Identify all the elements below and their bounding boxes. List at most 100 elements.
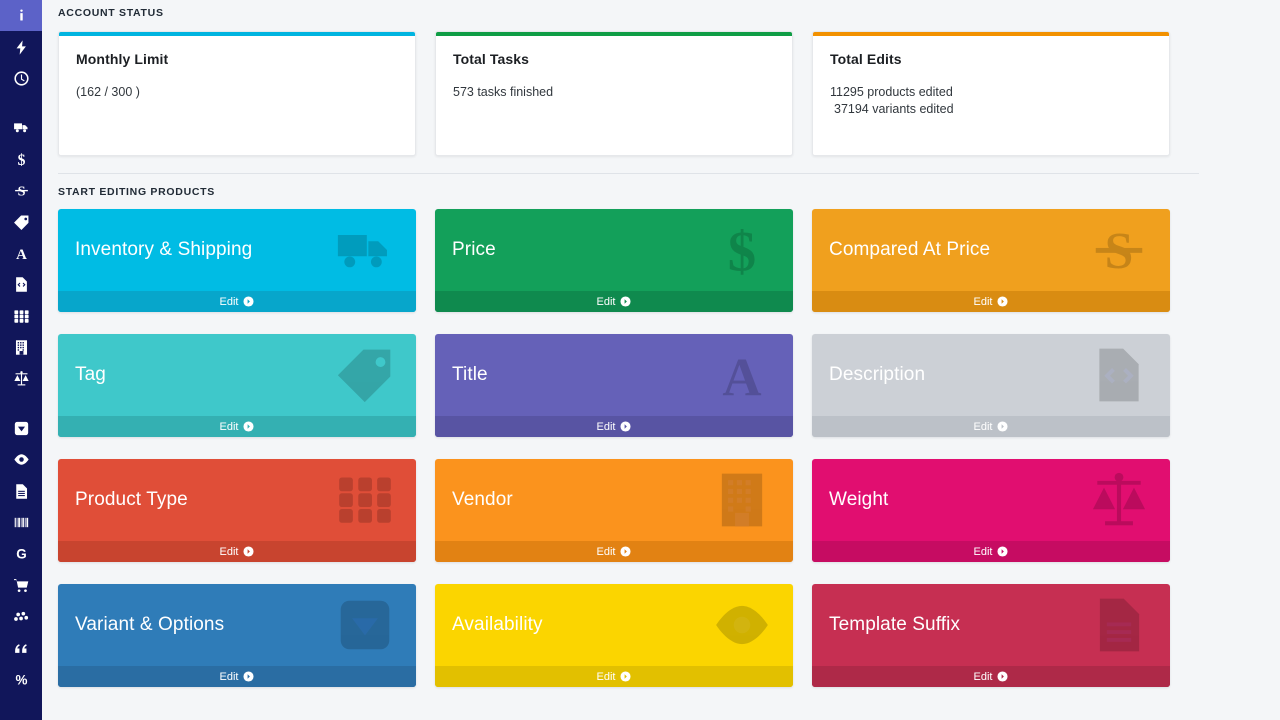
- tile-label: Template Suffix: [812, 614, 960, 636]
- arrow-right-circle-icon: [243, 421, 254, 432]
- tile-edit-label: Edit: [220, 671, 239, 683]
- tile-body: Description: [812, 334, 1170, 416]
- google-icon: G: [13, 545, 30, 562]
- arrow-right-circle-icon: [620, 296, 631, 307]
- eye-icon: [13, 451, 30, 468]
- collections-icon: [13, 608, 30, 625]
- tile-edit-button[interactable]: Edit: [435, 666, 793, 687]
- sidebar-item-inventory[interactable]: [0, 112, 42, 143]
- tile-label: Variant & Options: [58, 614, 224, 636]
- arrow-right-circle-icon: [997, 671, 1008, 682]
- quote-icon: [13, 640, 30, 657]
- tile-edit-button[interactable]: Edit: [812, 291, 1170, 312]
- code-file-icon: [13, 276, 30, 293]
- sidebar-item-tag[interactable]: [0, 206, 42, 237]
- sidebar-item-discount[interactable]: %: [0, 664, 42, 695]
- tag-icon: [13, 214, 30, 231]
- tile-edit-button[interactable]: Edit: [58, 541, 416, 562]
- card-stat-line: 573 tasks finished: [453, 84, 775, 101]
- lightning-bolt-icon: [13, 39, 30, 56]
- tile-body: Weight: [812, 459, 1170, 541]
- tile-inventory-shipping[interactable]: Inventory & Shipping Edit: [58, 209, 416, 312]
- tile-template-suffix[interactable]: Template Suffix Edit: [812, 584, 1170, 687]
- arrow-right-circle-icon: [243, 671, 254, 682]
- sidebar-item-history[interactable]: [0, 63, 42, 94]
- card-title: Total Edits: [830, 51, 1152, 67]
- tile-edit-button[interactable]: Edit: [58, 666, 416, 687]
- tile-label: Inventory & Shipping: [58, 239, 252, 261]
- sidebar-item-barcode[interactable]: [0, 507, 42, 538]
- sidebar-spacer: [0, 395, 42, 413]
- tile-product-type[interactable]: Product TypeEdit: [58, 459, 416, 562]
- tile-label: Availability: [435, 614, 543, 636]
- sidebar-item-template[interactable]: [0, 475, 42, 506]
- tile-edit-button[interactable]: Edit: [58, 416, 416, 437]
- card-title: Total Tasks: [453, 51, 775, 67]
- svg-text:$: $: [17, 152, 25, 168]
- tile-body: Availability: [435, 584, 793, 666]
- tile-edit-button[interactable]: Edit: [435, 416, 793, 437]
- tile-price[interactable]: Price$Edit: [435, 209, 793, 312]
- tile-label: Description: [812, 364, 925, 386]
- letter-a-icon: A: [13, 245, 30, 262]
- tile-variant-options[interactable]: Variant & Options Edit: [58, 584, 416, 687]
- card-stats: 11295 products edited37194 variants edit…: [830, 84, 1152, 118]
- tile-edit-button[interactable]: Edit: [435, 291, 793, 312]
- sidebar-item-title[interactable]: A: [0, 238, 42, 269]
- tag-icon: [334, 344, 396, 406]
- letter-a-icon: A: [711, 344, 773, 406]
- sidebar-item-product-type[interactable]: [0, 301, 42, 332]
- sidebar-item-google[interactable]: G: [0, 538, 42, 569]
- tile-vendor[interactable]: VendorEdit: [435, 459, 793, 562]
- tile-edit-label: Edit: [974, 546, 993, 558]
- tile-weight[interactable]: Weight Edit: [812, 459, 1170, 562]
- arrow-right-circle-icon: [620, 421, 631, 432]
- sidebar-item-quick-actions[interactable]: [0, 31, 42, 62]
- tile-body: Product Type: [58, 459, 416, 541]
- sidebar-item-availability[interactable]: [0, 444, 42, 475]
- card-body: Monthly Limit(162 / 300 ): [59, 36, 415, 116]
- start-editing-heading: START EDITING PRODUCTS: [58, 174, 1185, 198]
- tile-edit-button[interactable]: Edit: [812, 666, 1170, 687]
- shopping-cart-icon: [13, 577, 30, 594]
- tile-edit-button[interactable]: Edit: [435, 541, 793, 562]
- tile-edit-button[interactable]: Edit: [58, 291, 416, 312]
- tile-tag[interactable]: TagEdit: [58, 334, 416, 437]
- arrow-right-circle-icon: [243, 296, 254, 307]
- sidebar-item-variant[interactable]: [0, 413, 42, 444]
- sidebar-item-vendor[interactable]: [0, 332, 42, 363]
- tile-title[interactable]: TitleAEdit: [435, 334, 793, 437]
- main-content: ACCOUNT STATUS Monthly Limit(162 / 300 )…: [42, 0, 1280, 720]
- tile-edit-label: Edit: [597, 546, 616, 558]
- card-body: Total Edits 11295 products edited37194 va…: [813, 36, 1169, 133]
- building-icon: [13, 339, 30, 356]
- tile-description[interactable]: Description Edit: [812, 334, 1170, 437]
- tile-edit-label: Edit: [974, 421, 993, 433]
- sidebar-item-cart[interactable]: [0, 570, 42, 601]
- sidebar-item-weight[interactable]: [0, 363, 42, 394]
- tile-edit-label: Edit: [974, 671, 993, 683]
- svg-text:A: A: [722, 348, 761, 406]
- sidebar-item-price[interactable]: $: [0, 144, 42, 175]
- card-stats: 573 tasks finished: [453, 84, 775, 101]
- app-root: $ S A G% ACCOUNT STATUS Monthly Limit(162 /…: [0, 0, 1280, 720]
- sidebar-item-description[interactable]: [0, 269, 42, 300]
- info-icon: [13, 7, 30, 24]
- sidebar-item-compared-price[interactable]: S: [0, 175, 42, 206]
- tile-label: Compared At Price: [812, 239, 990, 261]
- tile-availability[interactable]: Availability Edit: [435, 584, 793, 687]
- tile-edit-button[interactable]: Edit: [812, 541, 1170, 562]
- sidebar-item-quotes[interactable]: [0, 632, 42, 663]
- tile-body: Variant & Options: [58, 584, 416, 666]
- barcode-icon: [13, 514, 30, 531]
- tile-compared-at-price[interactable]: Compared At Price S Edit: [812, 209, 1170, 312]
- tile-edit-button[interactable]: Edit: [812, 416, 1170, 437]
- sidebar-item-collections[interactable]: [0, 601, 42, 632]
- sidebar-item-info[interactable]: [0, 0, 42, 31]
- dollar-strikethrough-icon: S: [1088, 219, 1150, 281]
- svg-text:A: A: [16, 247, 27, 262]
- tile-edit-label: Edit: [974, 296, 993, 308]
- percent-icon: %: [13, 671, 30, 688]
- svg-text:G: G: [16, 547, 26, 562]
- account-status-cards: Monthly Limit(162 / 300 ) Total Tasks 573 …: [58, 31, 1185, 156]
